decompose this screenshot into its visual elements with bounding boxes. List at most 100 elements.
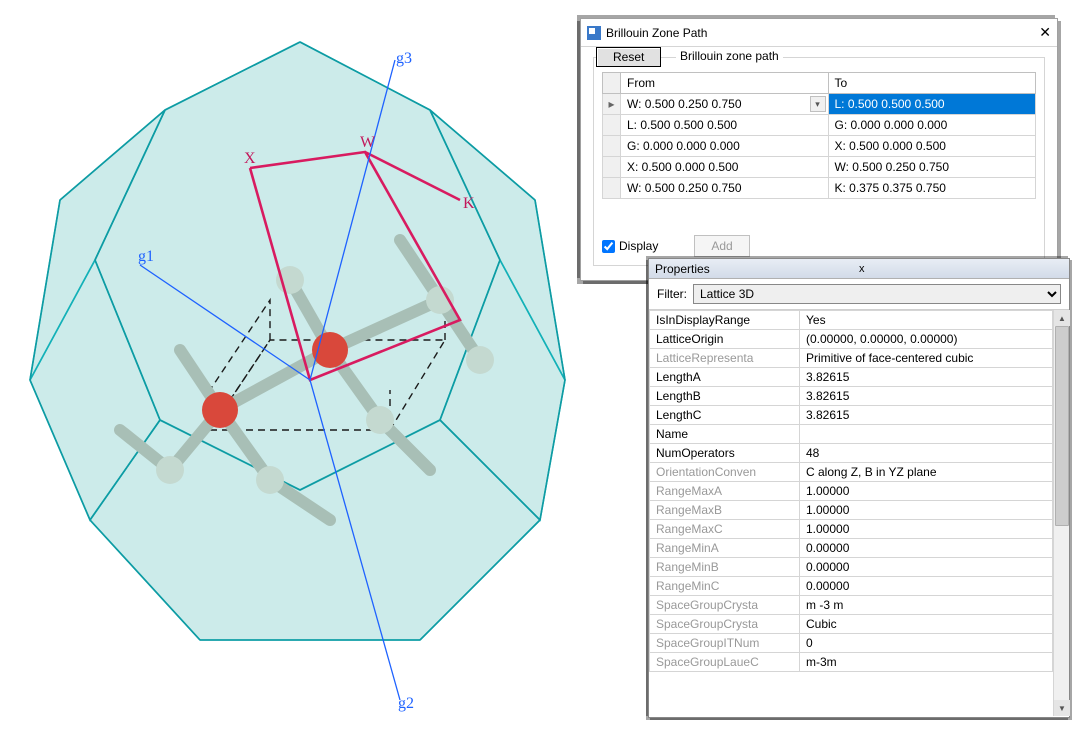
table-row[interactable]: L: 0.500 0.500 0.500G: 0.000 0.000 0.000 (603, 115, 1036, 136)
property-row[interactable]: RangeMaxC1.00000 (650, 520, 1053, 539)
scroll-down-icon[interactable]: ▼ (1054, 700, 1070, 716)
scrollbar[interactable]: ▲ ▼ (1053, 310, 1069, 716)
property-value[interactable]: 1.00000 (800, 520, 1053, 539)
property-key: OrientationConven (650, 463, 800, 482)
property-value[interactable]: 3.82615 (800, 368, 1053, 387)
close-icon[interactable]: ✕ (1039, 24, 1051, 41)
property-row[interactable]: SpaceGroupLaueCm-3m (650, 653, 1053, 672)
property-row[interactable]: SpaceGroupITNum0 (650, 634, 1053, 653)
property-key: RangeMaxC (650, 520, 800, 539)
property-value[interactable]: 0.00000 (800, 558, 1053, 577)
property-value[interactable]: Yes (800, 311, 1053, 330)
property-key: RangeMaxB (650, 501, 800, 520)
row-header[interactable] (603, 178, 621, 199)
property-key: NumOperators (650, 444, 800, 463)
row-header[interactable] (603, 136, 621, 157)
property-key: RangeMinC (650, 577, 800, 596)
group-label: Brillouin zone path (676, 49, 783, 63)
property-row[interactable]: NumOperators48 (650, 444, 1053, 463)
cell-to[interactable]: X: 0.500 0.000 0.500 (828, 136, 1036, 157)
property-value[interactable]: 1.00000 (800, 482, 1053, 501)
property-row[interactable]: LengthC3.82615 (650, 406, 1053, 425)
property-value[interactable]: 0 (800, 634, 1053, 653)
property-row[interactable]: RangeMaxA1.00000 (650, 482, 1053, 501)
property-row[interactable]: LatticeRepresentaPrimitive of face-cente… (650, 349, 1053, 368)
display-label: Display (619, 239, 658, 253)
property-value[interactable]: 1.00000 (800, 501, 1053, 520)
property-key: LatticeOrigin (650, 330, 800, 349)
property-value[interactable]: 3.82615 (800, 406, 1053, 425)
property-row[interactable]: OrientationConvenC along Z, B in YZ plan… (650, 463, 1053, 482)
property-key: SpaceGroupCrysta (650, 615, 800, 634)
axis-label-g3: g3 (396, 50, 412, 68)
cell-to[interactable]: L: 0.500 0.500 0.500 (828, 94, 1036, 115)
dropdown-icon[interactable]: ▾ (810, 96, 826, 112)
property-key: SpaceGroupITNum (650, 634, 800, 653)
properties-close-icon[interactable]: x (859, 263, 1063, 275)
property-row[interactable]: SpaceGroupCrystaCubic (650, 615, 1053, 634)
property-row[interactable]: RangeMaxB1.00000 (650, 501, 1053, 520)
display-checkbox[interactable] (602, 240, 615, 253)
app-icon (587, 26, 601, 40)
properties-title: Properties (655, 262, 859, 276)
scroll-up-icon[interactable]: ▲ (1054, 310, 1070, 326)
brillouin-zone-path-window: Brillouin Zone Path ✕ Reset Brillouin zo… (580, 18, 1058, 281)
property-row[interactable]: LengthA3.82615 (650, 368, 1053, 387)
property-key: LatticeRepresenta (650, 349, 800, 368)
scroll-thumb[interactable] (1055, 326, 1069, 526)
bz-path-table[interactable]: From To ▸W: 0.500 0.250 0.750▾L: 0.500 0… (602, 72, 1036, 199)
reset-button[interactable]: Reset (596, 47, 661, 67)
point-label-x: X (244, 150, 256, 168)
property-row[interactable]: IsInDisplayRangeYes (650, 311, 1053, 330)
filter-select[interactable]: Lattice 3D (693, 284, 1061, 304)
property-key: RangeMaxA (650, 482, 800, 501)
property-value[interactable] (800, 425, 1053, 444)
axis-label-g2: g2 (398, 695, 414, 713)
cell-from[interactable]: X: 0.500 0.000 0.500 (621, 157, 829, 178)
brillouin-zone-viewport[interactable]: g1 g2 g3 X W K (0, 0, 650, 749)
row-header[interactable] (603, 157, 621, 178)
property-key: SpaceGroupLaueC (650, 653, 800, 672)
table-row[interactable]: ▸W: 0.500 0.250 0.750▾L: 0.500 0.500 0.5… (603, 94, 1036, 115)
property-row[interactable]: Name (650, 425, 1053, 444)
table-row[interactable]: X: 0.500 0.000 0.500W: 0.500 0.250 0.750 (603, 157, 1036, 178)
table-row[interactable]: G: 0.000 0.000 0.000X: 0.500 0.000 0.500 (603, 136, 1036, 157)
bz-titlebar[interactable]: Brillouin Zone Path ✕ (581, 19, 1057, 47)
add-button[interactable]: Add (694, 235, 749, 257)
property-row[interactable]: LengthB3.82615 (650, 387, 1053, 406)
col-from[interactable]: From (621, 73, 829, 94)
properties-titlebar[interactable]: Properties x (649, 259, 1069, 279)
property-key: LengthC (650, 406, 800, 425)
cell-from[interactable]: W: 0.500 0.250 0.750 (621, 178, 829, 199)
property-value[interactable]: (0.00000, 0.00000, 0.00000) (800, 330, 1053, 349)
property-value[interactable]: 0.00000 (800, 577, 1053, 596)
property-value[interactable]: m -3 m (800, 596, 1053, 615)
property-row[interactable]: RangeMinC0.00000 (650, 577, 1053, 596)
window-title: Brillouin Zone Path (606, 26, 1039, 40)
property-row[interactable]: RangeMinA0.00000 (650, 539, 1053, 558)
cell-from[interactable]: G: 0.000 0.000 0.000 (621, 136, 829, 157)
property-value[interactable]: 0.00000 (800, 539, 1053, 558)
property-row[interactable]: SpaceGroupCrystam -3 m (650, 596, 1053, 615)
row-header[interactable] (603, 115, 621, 136)
cell-to[interactable]: K: 0.375 0.375 0.750 (828, 178, 1036, 199)
property-key: Name (650, 425, 800, 444)
property-value[interactable]: m-3m (800, 653, 1053, 672)
properties-grid[interactable]: IsInDisplayRangeYesLatticeOrigin(0.00000… (649, 310, 1053, 672)
cell-to[interactable]: G: 0.000 0.000 0.000 (828, 115, 1036, 136)
cell-from[interactable]: W: 0.500 0.250 0.750▾ (621, 94, 829, 115)
property-value[interactable]: 48 (800, 444, 1053, 463)
property-value[interactable]: C along Z, B in YZ plane (800, 463, 1053, 482)
property-row[interactable]: LatticeOrigin(0.00000, 0.00000, 0.00000) (650, 330, 1053, 349)
cell-from[interactable]: L: 0.500 0.500 0.500 (621, 115, 829, 136)
property-value[interactable]: 3.82615 (800, 387, 1053, 406)
cell-to[interactable]: W: 0.500 0.250 0.750 (828, 157, 1036, 178)
row-header[interactable]: ▸ (603, 94, 621, 115)
property-value[interactable]: Primitive of face-centered cubic (800, 349, 1053, 368)
col-to[interactable]: To (828, 73, 1036, 94)
brillouin-zone-svg (0, 0, 650, 749)
table-row[interactable]: W: 0.500 0.250 0.750K: 0.375 0.375 0.750 (603, 178, 1036, 199)
property-value[interactable]: Cubic (800, 615, 1053, 634)
property-row[interactable]: RangeMinB0.00000 (650, 558, 1053, 577)
bz-path-group: Reset Brillouin zone path From To ▸W: 0.… (593, 57, 1045, 266)
